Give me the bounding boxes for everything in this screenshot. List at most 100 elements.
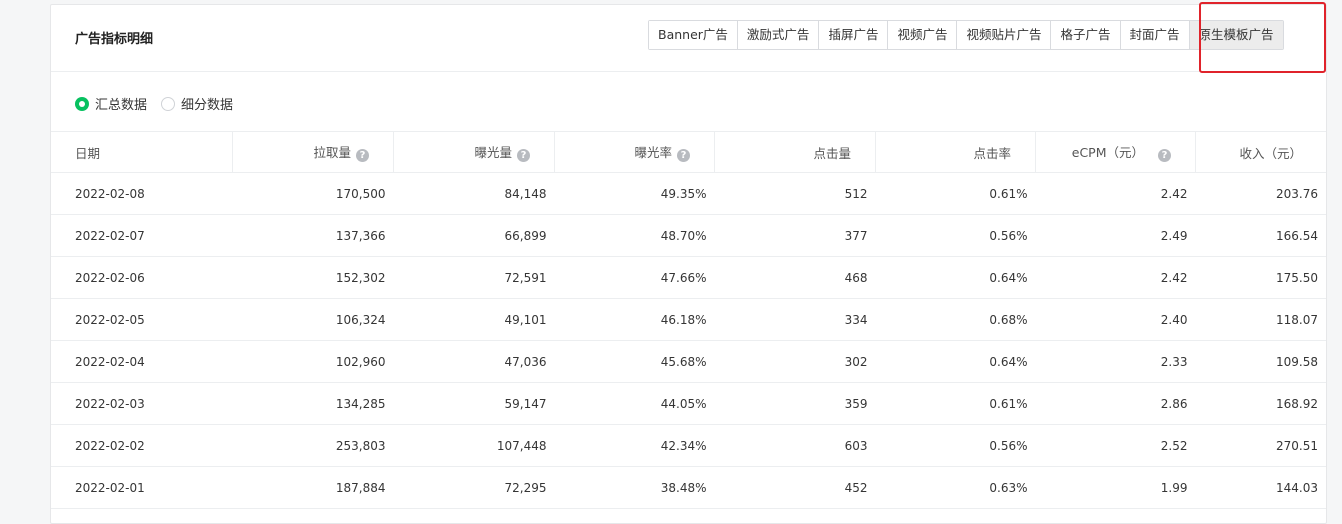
column-header-ctr: 点击率: [875, 131, 1036, 173]
question-circle-icon[interactable]: ?: [517, 149, 530, 162]
summary-data-label: 汇总数据: [95, 98, 148, 113]
cell-requests: 170,500: [232, 172, 394, 215]
table-row: 2022-02-03 134,285 59,147 44.05% 359 0.61% 2.8…: [51, 382, 1326, 425]
cell-clicks: 377: [714, 214, 876, 257]
cell-impressions: 72,591: [393, 256, 555, 299]
ad-type-tabs: Banner广告 激励式广告 插屏广告 视频广告 视频贴片广告 格子广告 封面广…: [648, 20, 1284, 50]
column-header-requests: 拉取量?: [232, 131, 394, 173]
detail-data-radio[interactable]: 细分数据: [161, 94, 233, 113]
cell-revenue: 144.03: [1195, 466, 1326, 509]
table-header-row: 日期 拉取量? 曝光量? 曝光率? 点击量 点击率 eCPM（元）? 收入（元）: [51, 131, 1326, 173]
table-row: 2022-02-05 106,324 49,101 46.18% 334 0.68% 2.4…: [51, 298, 1326, 341]
cell-ctr: 0.63%: [875, 466, 1036, 509]
cell-requests: 102,960: [232, 340, 394, 383]
cell-impression-rate: 48.70%: [554, 214, 715, 257]
cell-ctr: 0.56%: [875, 424, 1036, 467]
cell-ctr: 0.61%: [875, 382, 1036, 425]
metrics-table: 日期 拉取量? 曝光量? 曝光率? 点击量 点击率 eCPM（元）? 收入（元）…: [51, 131, 1326, 509]
cell-clicks: 468: [714, 256, 876, 299]
cell-date: 2022-02-05: [51, 298, 233, 341]
cell-requests: 152,302: [232, 256, 394, 299]
tab-banner[interactable]: Banner广告: [649, 21, 737, 49]
cell-impressions: 49,101: [393, 298, 555, 341]
tab-video-patch[interactable]: 视频贴片广告: [956, 21, 1051, 49]
cell-date: 2022-02-02: [51, 424, 233, 467]
cell-impression-rate: 45.68%: [554, 340, 715, 383]
cell-ecpm: 2.33: [1035, 340, 1196, 383]
detail-data-label: 细分数据: [181, 98, 234, 113]
cell-ctr: 0.56%: [875, 214, 1036, 257]
cell-ctr: 0.64%: [875, 340, 1036, 383]
question-circle-icon[interactable]: ?: [1158, 149, 1171, 162]
cell-revenue: 175.50: [1195, 256, 1326, 299]
tab-video[interactable]: 视频广告: [887, 21, 957, 49]
cell-date: 2022-02-03: [51, 382, 233, 425]
cell-revenue: 270.51: [1195, 424, 1326, 467]
column-header-impression-rate: 曝光率?: [554, 131, 715, 173]
cell-requests: 134,285: [232, 382, 394, 425]
cell-revenue: 166.54: [1195, 214, 1326, 257]
cell-revenue: 168.92: [1195, 382, 1326, 425]
column-header-impressions: 曝光量?: [393, 131, 555, 173]
cell-ecpm: 1.99: [1035, 466, 1196, 509]
cell-date: 2022-02-01: [51, 466, 233, 509]
table-row: 2022-02-07 137,366 66,899 48.70% 377 0.56% 2.4…: [51, 214, 1326, 257]
cell-impressions: 107,448: [393, 424, 555, 467]
cell-ctr: 0.61%: [875, 172, 1036, 215]
cell-clicks: 359: [714, 382, 876, 425]
tab-rewarded-video[interactable]: 激励式广告: [736, 21, 819, 49]
question-circle-icon[interactable]: ?: [677, 149, 690, 162]
cell-ecpm: 2.42: [1035, 172, 1196, 215]
highlight-box: [1199, 2, 1326, 73]
radio-checked-icon: [75, 96, 89, 111]
cell-revenue: 118.07: [1195, 298, 1326, 341]
cell-date: 2022-02-06: [51, 256, 233, 299]
ad-metrics-panel: 广告指标明细 Banner广告 激励式广告 插屏广告 视频广告 视频贴片广告 格…: [50, 2, 1327, 524]
cell-clicks: 452: [714, 466, 876, 509]
cell-clicks: 603: [714, 424, 876, 467]
table-row: 2022-02-06 152,302 72,591 47.66% 468 0.64% 2.4…: [51, 256, 1326, 299]
column-header-ecpm: eCPM（元）?: [1035, 131, 1196, 173]
cell-impressions: 84,148: [393, 172, 555, 215]
summary-data-radio[interactable]: 汇总数据: [75, 94, 147, 113]
cell-impression-rate: 46.18%: [554, 298, 715, 341]
cell-requests: 253,803: [232, 424, 394, 467]
cell-impressions: 72,295: [393, 466, 555, 509]
cell-impression-rate: 42.34%: [554, 424, 715, 467]
cell-ctr: 0.68%: [875, 298, 1036, 341]
cell-impression-rate: 49.35%: [554, 172, 715, 215]
table-row: 2022-02-01 187,884 72,295 38.48% 452 0.63% 1.9…: [51, 466, 1326, 509]
table-row: 2022-02-02 253,803 107,448 42.34% 603 0.56% 2.…: [51, 424, 1326, 467]
cell-ecpm: 2.40: [1035, 298, 1196, 341]
tab-interstitial[interactable]: 插屏广告: [818, 21, 888, 49]
view-mode-radio-group: 汇总数据 细分数据: [75, 94, 247, 113]
question-circle-icon[interactable]: ?: [356, 149, 369, 162]
panel-header: 广告指标明细 Banner广告 激励式广告 插屏广告 视频广告 视频贴片广告 格…: [51, 5, 1326, 72]
table-row: 2022-02-04 102,960 47,036 45.68% 302 0.64% 2.3…: [51, 340, 1326, 383]
cell-revenue: 109.58: [1195, 340, 1326, 383]
tab-cover[interactable]: 封面广告: [1119, 21, 1189, 49]
cell-requests: 137,366: [232, 214, 394, 257]
column-header-clicks: 点击量: [714, 131, 876, 173]
cell-requests: 187,884: [232, 466, 394, 509]
cell-impression-rate: 44.05%: [554, 382, 715, 425]
cell-revenue: 203.76: [1195, 172, 1326, 215]
tab-grid[interactable]: 格子广告: [1050, 21, 1120, 49]
column-header-revenue: 收入（元）: [1195, 131, 1326, 173]
column-header-date: 日期: [51, 131, 233, 173]
cell-impressions: 59,147: [393, 382, 555, 425]
cell-requests: 106,324: [232, 298, 394, 341]
panel-title: 广告指标明细: [75, 32, 154, 47]
cell-ctr: 0.64%: [875, 256, 1036, 299]
cell-date: 2022-02-07: [51, 214, 233, 257]
cell-impression-rate: 38.48%: [554, 466, 715, 509]
radio-unchecked-icon: [161, 96, 176, 111]
cell-impression-rate: 47.66%: [554, 256, 715, 299]
cell-date: 2022-02-08: [51, 172, 233, 215]
cell-clicks: 302: [714, 340, 876, 383]
cell-ecpm: 2.49: [1035, 214, 1196, 257]
cell-impressions: 66,899: [393, 214, 555, 257]
cell-clicks: 512: [714, 172, 876, 215]
cell-impressions: 47,036: [393, 340, 555, 383]
cell-ecpm: 2.42: [1035, 256, 1196, 299]
